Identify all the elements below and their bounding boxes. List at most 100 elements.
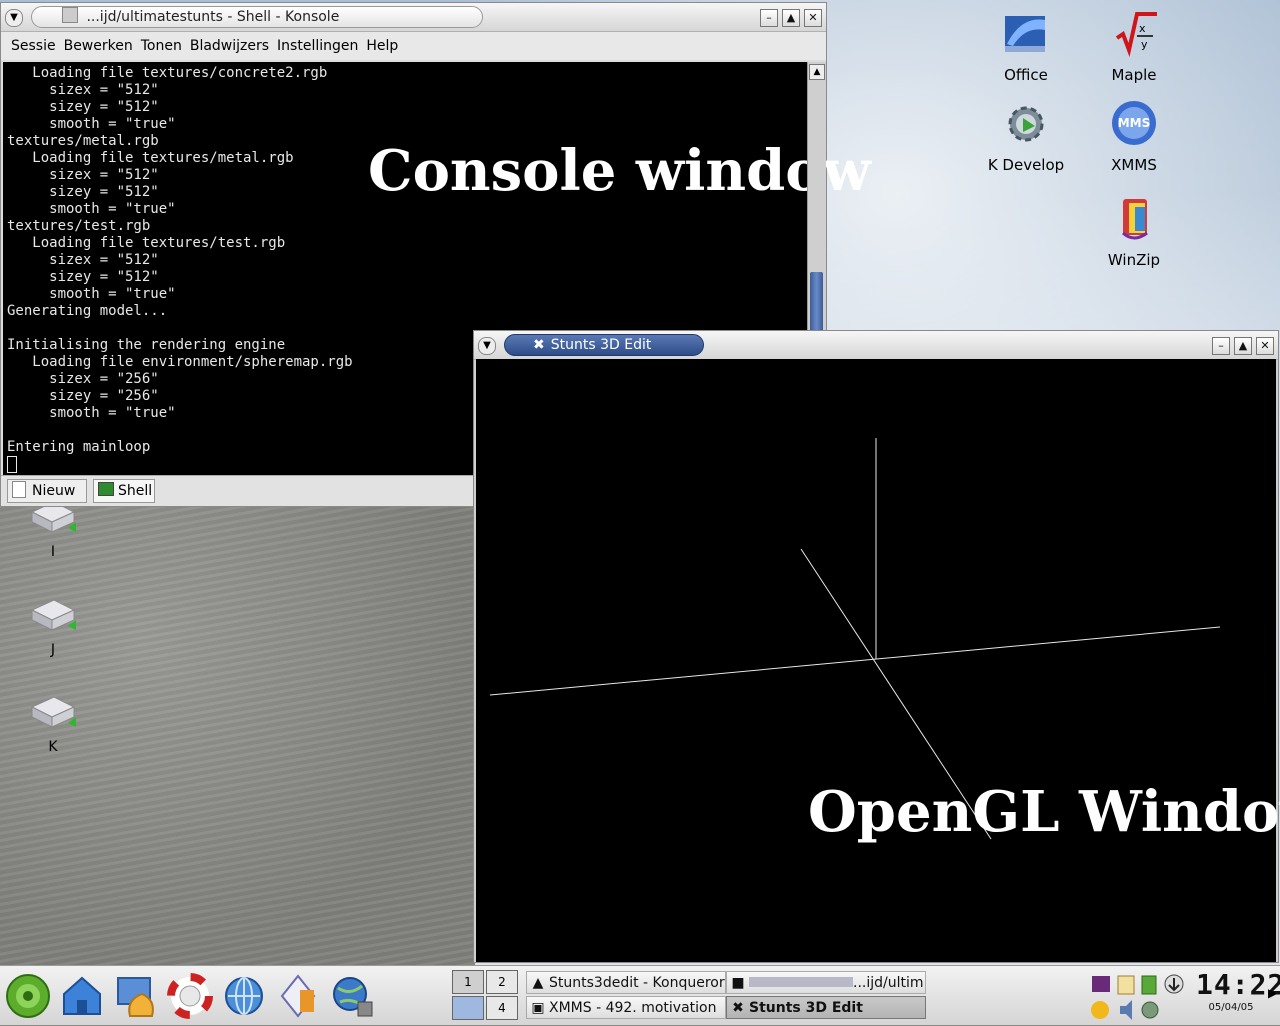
terminal-line: sizey = "512" xyxy=(7,269,159,285)
window-controls: – ▲ ✕ xyxy=(760,9,822,27)
help-launcher[interactable] xyxy=(166,972,214,1020)
window-menu-chevron-down-icon[interactable]: ▼ xyxy=(5,9,23,27)
desktop-icon-xmms[interactable]: MMS XMMS xyxy=(1089,100,1179,174)
menu-bewerken[interactable]: Bewerken xyxy=(60,32,137,60)
desktop-icon-label: Office xyxy=(1004,66,1048,84)
opengl-canvas[interactable] xyxy=(476,359,1276,962)
virtual-desktop-pager: 1 2 4 xyxy=(452,970,520,1022)
kde-panel: 1 2 4 ▲ Stunts3dedit - Konqueror ■ ...ijd/… xyxy=(0,965,1280,1025)
winzip-icon xyxy=(1121,199,1148,240)
menu-sessie[interactable]: Sessie xyxy=(7,32,60,60)
panel-clock[interactable]: 14:22 05/04/05 xyxy=(1196,968,1280,1024)
menu-instellingen[interactable]: Instellingen xyxy=(273,32,362,60)
new-document-icon xyxy=(12,481,26,498)
network-launcher[interactable] xyxy=(328,972,376,1020)
taskbar-item-xmms[interactable]: ▣ XMMS - 492. motivation xyxy=(526,996,726,1019)
konsole-session-tabs: Nieuw Shell xyxy=(1,475,473,506)
desktop-1-button[interactable]: 1 xyxy=(452,970,484,994)
konsole-app-icon xyxy=(62,7,78,23)
desktop-2-button[interactable]: 2 xyxy=(486,970,518,994)
close-button[interactable]: ✕ xyxy=(804,9,822,27)
panel-hide-arrow-icon[interactable]: ▶ xyxy=(1268,986,1277,1000)
desktop-icon-maple[interactable]: x y Maple xyxy=(1089,10,1179,84)
close-button[interactable]: ✕ xyxy=(1256,337,1274,355)
shell-browser-icon xyxy=(117,977,154,1017)
taskbar-item-konsole[interactable]: ■ ...ijd/ultim xyxy=(726,971,926,994)
opengl-titlebar[interactable]: ▼ ✖ Stunts 3D Edit – ▲ ✕ xyxy=(474,331,1278,360)
menu-bladwijzers[interactable]: Bladwijzers xyxy=(186,32,273,60)
minimize-button[interactable]: – xyxy=(1212,337,1230,355)
drive-label: K xyxy=(48,739,58,755)
drive-j[interactable]: J xyxy=(28,598,78,658)
desktop-icon-label: K Develop xyxy=(987,156,1065,174)
menu-tonen[interactable]: Tonen xyxy=(137,32,186,60)
desktop-3-button[interactable] xyxy=(452,996,484,1020)
home-icon xyxy=(63,976,101,1015)
desktop-icon-kdevelop[interactable]: K Develop xyxy=(981,100,1071,174)
opengl-window: ▼ ✖ Stunts 3D Edit – ▲ ✕ OpenGL Window xyxy=(473,330,1280,963)
desktop-4-button[interactable]: 4 xyxy=(486,996,518,1020)
window-menu-chevron-down-icon[interactable]: ▼ xyxy=(478,337,496,355)
desktop-icon-office[interactable]: Office xyxy=(981,10,1071,84)
taskbar-item-konqueror[interactable]: ▲ Stunts3dedit - Konqueror xyxy=(526,971,726,994)
window-controls: – ▲ ✕ xyxy=(1212,337,1274,355)
new-session-button[interactable]: Nieuw xyxy=(7,479,87,503)
konsole-titlebar[interactable]: ▼ ...ijd/ultimatestunts - Shell - Konsol… xyxy=(1,3,826,32)
konsole-icon: ■ xyxy=(731,975,745,991)
network-status-icon[interactable] xyxy=(1141,1001,1159,1019)
terminal-line: smooth = "true" xyxy=(7,116,176,132)
new-session-label: Nieuw xyxy=(32,483,76,499)
globe-gear-icon xyxy=(225,977,263,1015)
tab-shell-label: Shell xyxy=(118,483,153,499)
taskbar-item-stunts3d[interactable]: ✖ Stunts 3D Edit xyxy=(726,996,926,1019)
drive-i[interactable]: I xyxy=(28,500,78,560)
blurred-username xyxy=(749,977,853,987)
desktop-icon-winzip[interactable]: WinZip xyxy=(1089,193,1179,269)
terminal-icon xyxy=(98,482,114,496)
kmenu-button[interactable] xyxy=(4,972,52,1020)
clock-time: 14:22 xyxy=(1196,968,1280,1001)
terminal-line: textures/test.rgb xyxy=(7,218,151,234)
volume-icon[interactable] xyxy=(1120,1000,1132,1020)
konqueror-launcher[interactable] xyxy=(112,972,160,1020)
sun-icon[interactable] xyxy=(1091,1001,1109,1019)
terminal-line: Generating model... xyxy=(7,303,168,319)
terminal-line: smooth = "true" xyxy=(7,286,176,302)
terminal-line: Loading file textures/test.rgb xyxy=(7,235,286,251)
maximize-button[interactable]: ▲ xyxy=(1234,337,1252,355)
suse-gecko-icon xyxy=(6,974,50,1018)
klipper-icon[interactable] xyxy=(1117,975,1135,995)
opengl-window-annotation: OpenGL Window xyxy=(808,779,1280,845)
scroll-up-arrow-icon[interactable]: ▲ xyxy=(809,64,825,80)
tab-shell[interactable]: Shell xyxy=(93,479,155,503)
task-label: ...ijd/ultim xyxy=(853,975,924,991)
web-browser-launcher[interactable] xyxy=(220,972,268,1020)
x-axis-line xyxy=(489,626,1221,696)
mail-launcher[interactable] xyxy=(274,972,322,1020)
tray-app-icon[interactable] xyxy=(1092,976,1110,992)
minimize-button[interactable]: – xyxy=(760,9,778,27)
task-label: Stunts3dedit - Konqueror xyxy=(549,975,725,991)
hard-drive-icon xyxy=(30,599,76,631)
menu-help[interactable]: Help xyxy=(362,32,402,60)
svg-text:y: y xyxy=(1141,38,1148,51)
konsole-title-text: ...ijd/ultimatestunts - Shell - Konsole xyxy=(86,9,340,25)
globe-network-icon xyxy=(333,977,373,1017)
maximize-button[interactable]: ▲ xyxy=(782,9,800,27)
xmms-icon: ▣ xyxy=(531,1000,545,1016)
battery-icon[interactable] xyxy=(1141,975,1157,995)
tray-icons xyxy=(1091,974,1184,1020)
hard-drive-icon xyxy=(30,696,76,728)
svg-text:x: x xyxy=(1139,22,1146,35)
terminal-line: sizey = "512" xyxy=(7,99,159,115)
konsole-menubar: Sessie Bewerken Tonen Bladwijzers Instelling… xyxy=(1,32,826,60)
drive-k[interactable]: K xyxy=(28,695,78,755)
console-window-annotation: Console window xyxy=(368,138,871,204)
home-folder-launcher[interactable] xyxy=(58,972,106,1020)
konqueror-icon: ▲ xyxy=(532,975,544,991)
drive-label: J xyxy=(50,642,56,658)
kmail-icon xyxy=(280,974,316,1018)
x-icon: ✖ xyxy=(732,1000,744,1016)
lifebuoy-icon xyxy=(167,973,213,1019)
drive-label: I xyxy=(50,544,56,560)
